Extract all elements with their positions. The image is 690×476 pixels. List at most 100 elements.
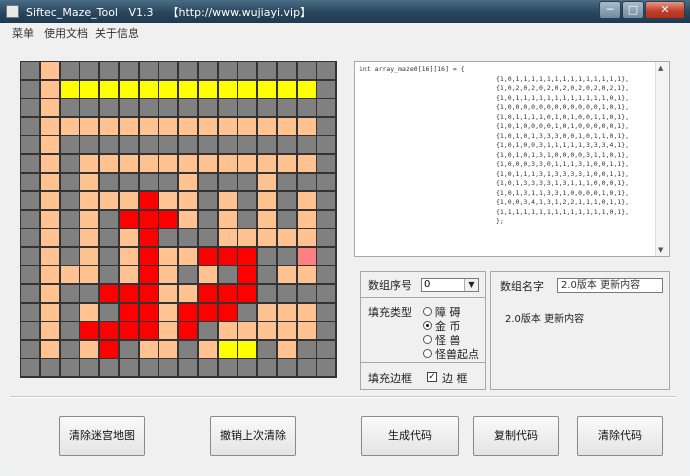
maze-cell[interactable]: [179, 99, 197, 117]
maze-cell[interactable]: [60, 303, 79, 321]
maze-cell[interactable]: [80, 210, 99, 228]
generate-code-button[interactable]: 生成代码: [361, 416, 459, 456]
maze-cell[interactable]: [159, 303, 178, 321]
maze-cell[interactable]: [198, 99, 217, 117]
maze-cell[interactable]: [179, 285, 197, 302]
maze-cell[interactable]: [317, 303, 336, 321]
maze-cell[interactable]: [139, 99, 158, 117]
maze-cell[interactable]: [238, 229, 257, 247]
maze-cell[interactable]: [198, 62, 217, 79]
maze-cell[interactable]: [218, 62, 237, 79]
maze-cell[interactable]: [218, 266, 237, 284]
radio-coin[interactable]: [423, 321, 432, 330]
maze-cell[interactable]: [277, 285, 296, 302]
maze-cell[interactable]: [317, 62, 336, 79]
maze-cell[interactable]: [317, 173, 336, 191]
radio-obstacle[interactable]: [423, 307, 432, 316]
clear-maze-button[interactable]: 清除迷宫地图: [59, 416, 145, 456]
maze-cell[interactable]: [238, 62, 257, 79]
maze-cell[interactable]: [119, 210, 138, 228]
maze-cell[interactable]: [258, 210, 276, 228]
maze-cell[interactable]: [277, 117, 296, 135]
maze-cell[interactable]: [40, 303, 59, 321]
maze-cell[interactable]: [238, 210, 257, 228]
maze-cell[interactable]: [218, 247, 237, 265]
maze-cell[interactable]: [119, 266, 138, 284]
maze-cell[interactable]: [198, 117, 217, 135]
minimize-button[interactable]: ─: [599, 1, 621, 19]
maze-cell[interactable]: [238, 173, 257, 191]
maze-cell[interactable]: [60, 322, 79, 340]
maze-cell[interactable]: [238, 80, 257, 98]
maze-cell[interactable]: [21, 117, 39, 135]
maze-cell[interactable]: [139, 285, 158, 302]
maze-cell[interactable]: [100, 359, 118, 377]
maze-cell[interactable]: [21, 229, 39, 247]
maze-cell[interactable]: [198, 173, 217, 191]
maze-cell[interactable]: [100, 117, 118, 135]
maze-cell[interactable]: [179, 340, 197, 358]
array-index-select[interactable]: 0 ▼: [421, 278, 479, 292]
maze-cell[interactable]: [159, 154, 178, 172]
maze-cell[interactable]: [297, 322, 316, 340]
maze-cell[interactable]: [100, 210, 118, 228]
maze-cell[interactable]: [238, 303, 257, 321]
maze-cell[interactable]: [119, 62, 138, 79]
maze-cell[interactable]: [258, 80, 276, 98]
maze-cell[interactable]: [258, 285, 276, 302]
maze-cell[interactable]: [119, 154, 138, 172]
maze-cell[interactable]: [21, 340, 39, 358]
maze-cell[interactable]: [60, 99, 79, 117]
maze-cell[interactable]: [198, 285, 217, 302]
maze-cell[interactable]: [60, 117, 79, 135]
maze-cell[interactable]: [317, 136, 336, 154]
maze-cell[interactable]: [119, 285, 138, 302]
maze-cell[interactable]: [317, 322, 336, 340]
maze-cell[interactable]: [297, 192, 316, 210]
border-checkbox[interactable]: ✓: [427, 372, 437, 382]
maze-cell[interactable]: [21, 266, 39, 284]
maze-cell[interactable]: [159, 359, 178, 377]
maze-cell[interactable]: [21, 322, 39, 340]
maze-cell[interactable]: [139, 266, 158, 284]
menu-item-menu[interactable]: 菜单: [12, 25, 34, 41]
radio-monster-start[interactable]: [423, 349, 432, 358]
maze-cell[interactable]: [21, 80, 39, 98]
scroll-down-icon[interactable]: ▼: [658, 246, 663, 254]
maze-cell[interactable]: [139, 173, 158, 191]
maze-cell[interactable]: [80, 154, 99, 172]
maze-cell[interactable]: [238, 154, 257, 172]
maze-cell[interactable]: [277, 266, 296, 284]
maze-cell[interactable]: [80, 285, 99, 302]
maze-cell[interactable]: [258, 173, 276, 191]
close-button[interactable]: ✕: [645, 1, 685, 19]
maze-cell[interactable]: [159, 117, 178, 135]
maze-cell[interactable]: [119, 322, 138, 340]
maze-cell[interactable]: [80, 322, 99, 340]
maze-cell[interactable]: [100, 303, 118, 321]
maze-cell[interactable]: [40, 285, 59, 302]
maze-cell[interactable]: [40, 136, 59, 154]
maze-cell[interactable]: [297, 266, 316, 284]
maze-cell[interactable]: [277, 340, 296, 358]
maze-cell[interactable]: [179, 154, 197, 172]
maze-cell[interactable]: [218, 285, 237, 302]
maze-cell[interactable]: [100, 99, 118, 117]
maze-cell[interactable]: [119, 80, 138, 98]
maze-cell[interactable]: [80, 340, 99, 358]
maze-cell[interactable]: [80, 247, 99, 265]
maze-cell[interactable]: [277, 62, 296, 79]
maze-cell[interactable]: [297, 136, 316, 154]
maze-cell[interactable]: [21, 192, 39, 210]
maze-cell[interactable]: [179, 136, 197, 154]
maze-cell[interactable]: [100, 340, 118, 358]
maze-cell[interactable]: [80, 303, 99, 321]
maze-cell[interactable]: [297, 99, 316, 117]
maze-cell[interactable]: [317, 266, 336, 284]
maze-cell[interactable]: [238, 285, 257, 302]
maze-cell[interactable]: [159, 229, 178, 247]
maze-cell[interactable]: [277, 322, 296, 340]
maze-cell[interactable]: [40, 80, 59, 98]
maze-cell[interactable]: [80, 173, 99, 191]
maze-cell[interactable]: [198, 154, 217, 172]
